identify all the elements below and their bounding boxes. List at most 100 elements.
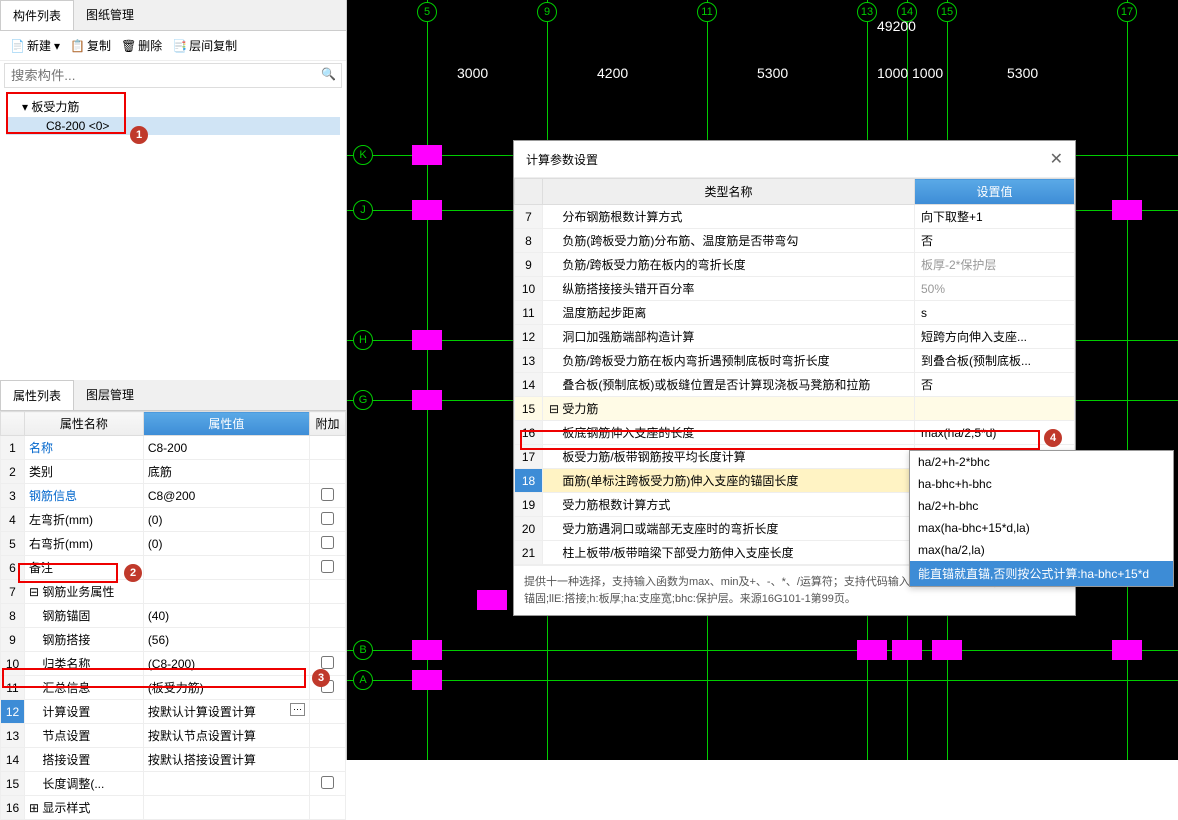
toolbar: 📄新建▾ 📋复制 🗑删除 📑层间复制 [0,31,346,61]
prop-name: 钢筋搭接 [25,628,144,652]
prop-attach[interactable] [310,508,346,532]
prop-attach[interactable] [310,436,346,460]
tab-properties[interactable]: 属性列表 [0,380,74,410]
prop-name: 左弯折(mm) [25,508,144,532]
prop-value[interactable]: (0) [143,508,309,532]
param-value[interactable]: 短跨方向伸入支座... [915,325,1075,349]
new-button[interactable]: 📄新建▾ [6,35,64,56]
tab-drawings[interactable]: 图纸管理 [74,0,146,30]
dropdown-option[interactable]: ha/2+h-2*bhc [910,451,1173,473]
tab-components[interactable]: 构件列表 [0,0,74,30]
param-name: 分布钢筋根数计算方式 [543,205,915,229]
prop-name: 节点设置 [25,724,144,748]
prop-attach[interactable] [310,724,346,748]
search-input[interactable] [4,63,342,88]
prop-attach[interactable] [310,484,346,508]
column [412,670,442,690]
prop-attach[interactable] [310,460,346,484]
row-num: 9 [515,253,543,277]
column [412,145,442,165]
tab-layers[interactable]: 图层管理 [74,380,146,410]
dim-label: 5300 [757,65,788,81]
param-value[interactable]: 向下取整+1 [915,205,1075,229]
param-name: 受力筋遇洞口或端部无支座时的弯折长度 [543,517,915,541]
column [412,200,442,220]
prop-name: 类别 [25,460,144,484]
prop-value[interactable]: C8@200 [143,484,309,508]
dropdown-option[interactable]: ha-bhc+h-bhc [910,473,1173,495]
col-name: 属性名称 [25,412,144,436]
param-name: 温度筋起步距离 [543,301,915,325]
row-num: 3 [1,484,25,508]
property-grid: 属性名称 属性值 附加 1 名称 C8-200 2 类别 底筋 3 钢筋信息 C… [0,411,346,820]
prop-value[interactable]: (40) [143,604,309,628]
prop-value[interactable]: 按默认节点设置计算 [143,724,309,748]
prop-value[interactable]: (56) [143,628,309,652]
column [412,330,442,350]
prop-attach[interactable] [310,700,346,724]
prop-value[interactable]: 按默认计算设置计算⋯ [143,700,309,724]
row-num: 12 [1,700,25,724]
param-name: ⊟ 受力筋 [543,397,915,421]
close-icon[interactable]: ✕ [1050,149,1063,169]
prop-attach[interactable] [310,532,346,556]
prop-attach[interactable] [310,604,346,628]
dropdown-option[interactable]: max(ha-bhc+15*d,la) [910,517,1173,539]
prop-attach[interactable] [310,772,346,796]
dim-label: 5300 [1007,65,1038,81]
row-num: 15 [515,397,543,421]
prop-value[interactable]: 底筋 [143,460,309,484]
param-value[interactable]: 50% [915,277,1075,301]
prop-attach[interactable] [310,796,346,820]
row-num: 10 [515,277,543,301]
search-box: 🔍 [4,63,342,88]
prop-name: 钢筋锚固 [25,604,144,628]
search-icon: 🔍 [321,67,336,81]
prop-value[interactable] [143,772,309,796]
dropdown-option[interactable]: ha/2+h-bhc [910,495,1173,517]
param-name: 洞口加强筋端部构造计算 [543,325,915,349]
delete-button[interactable]: 🗑删除 [117,35,166,56]
prop-value[interactable] [143,796,309,820]
prop-value[interactable]: (0) [143,532,309,556]
prop-value[interactable] [143,556,309,580]
formula-dropdown[interactable]: ha/2+h-2*bhcha-bhc+h-bhcha/2+h-bhcmax(ha… [909,450,1174,587]
prop-value[interactable]: C8-200 [143,436,309,460]
row-num: 13 [515,349,543,373]
layer-copy-button[interactable]: 📑层间复制 [168,35,241,56]
param-value[interactable]: 到叠合板(预制底板... [915,349,1075,373]
highlight-box-2 [18,563,118,583]
dropdown-option[interactable]: max(ha/2,la) [910,539,1173,561]
column [1112,200,1142,220]
param-value[interactable]: 否 [915,373,1075,397]
prop-value[interactable] [143,580,309,604]
grid-bubble: K [353,145,373,165]
prop-attach[interactable] [310,628,346,652]
prop-name: 长度调整(... [25,772,144,796]
ellipsis-button[interactable]: ⋯ [290,703,305,716]
gridline-h [347,680,1178,681]
param-name: 负筋/跨板受力筋在板内的弯折长度 [543,253,915,277]
badge-2: 2 [124,564,142,582]
column [477,590,507,610]
copy-button[interactable]: 📋复制 [66,35,115,56]
param-value[interactable]: s [915,301,1075,325]
row-num: 7 [1,580,25,604]
delete-icon: 🗑 [121,39,135,53]
row-num: 21 [515,541,543,565]
row-num: 5 [1,532,25,556]
param-value[interactable]: 否 [915,229,1075,253]
copy-icon: 📋 [70,39,84,53]
column [932,640,962,660]
prop-name: ⊞ 显示样式 [25,796,144,820]
prop-attach[interactable] [310,556,346,580]
gridline-h [347,650,1178,651]
dropdown-option[interactable]: 能直锚就直锚,否则按公式计算:ha-bhc+15*d [910,561,1173,586]
param-value[interactable]: 板厚-2*保护层 [915,253,1075,277]
row-num: 15 [1,772,25,796]
prop-name: ⊟ 钢筋业务属性 [25,580,144,604]
row-num: 8 [515,229,543,253]
param-name: 柱上板带/板带暗梁下部受力筋伸入支座长度 [543,541,915,565]
param-value[interactable] [915,397,1075,421]
prop-attach[interactable] [310,580,346,604]
